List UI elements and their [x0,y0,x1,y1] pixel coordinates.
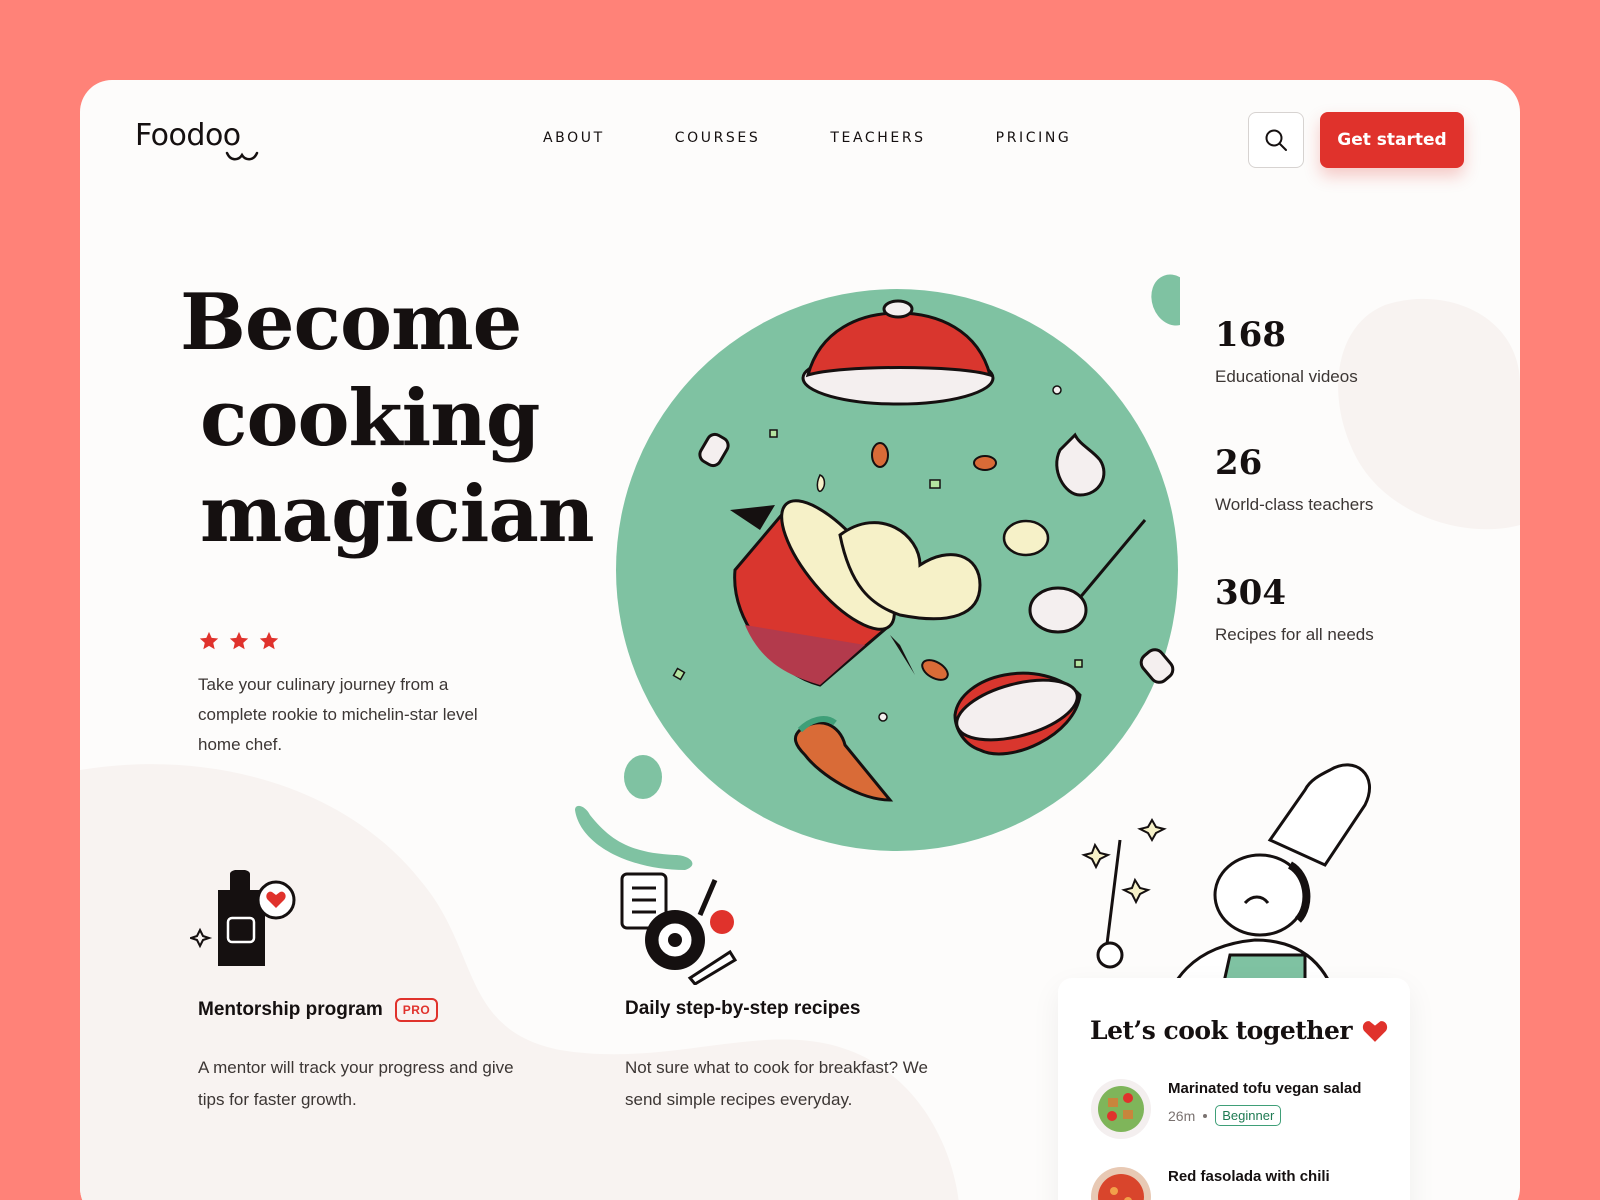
star-icon [259,631,279,650]
recipe-card-title-text: Let’s cook together [1090,1016,1353,1045]
recipe-thumbnail [1091,1167,1151,1200]
recipe-info: Red fasolada with chili [1168,1166,1330,1200]
pro-badge: PRO [394,998,439,1022]
recipe-card: Let’s cook together Marinated tofu vegan… [1058,978,1410,1200]
feature-title: Daily step-by-step recipes [625,998,860,1020]
hero-lead: Take your culinary journey from a comple… [198,675,478,754]
feature-description: A mentor will track your progress and gi… [198,1058,514,1109]
recipe-pan-icon [620,872,738,985]
recipe-card-title: Let’s cook together [1090,1016,1388,1045]
stat-value: 26 [1215,443,1263,483]
recipe-info: Marinated tofu vegan salad 26m Beginner [1168,1078,1361,1140]
stat-recipes: 304 Recipes for all needs [1215,573,1374,645]
page-card: Foodoo ABOUT COURSES TEACHERS PRICING Ge… [80,80,1520,1200]
hero-title-line: Become [180,277,522,368]
search-icon [1265,129,1287,151]
get-started-button[interactable]: Get started [1320,112,1464,168]
apron-icon [190,870,296,966]
mustache-icon [225,151,259,161]
feature-title-text: Daily step-by-step recipes [625,998,861,1019]
feature-title-text: Mentorship program [198,999,383,1020]
separator-dot [1203,1113,1208,1118]
hero-title: Become cooking magician [180,275,595,563]
rating-stars [198,630,280,652]
nav-courses[interactable]: COURSES [675,130,761,146]
level-badge: Beginner [1215,1105,1282,1126]
brand-logo[interactable]: Foodoo [135,118,241,153]
recipe-meta: 26m Beginner [1168,1105,1361,1126]
stat-teachers: 26 World-class teachers [1215,443,1373,515]
recipe-item[interactable]: Marinated tofu vegan salad 26m Beginner [1090,1078,1361,1140]
recipe-thumbnail [1091,1079,1151,1139]
stat-value: 168 [1215,315,1286,355]
feature-title: Mentorship program PRO [198,998,439,1022]
stat-label: Educational videos [1215,367,1358,386]
heart-icon [1362,1020,1388,1042]
nav-pricing[interactable]: PRICING [996,130,1072,146]
nav-about[interactable]: ABOUT [543,130,605,146]
hero-title-line: magician [200,469,595,560]
star-icon [199,631,219,650]
recipe-time: 26m [1168,1107,1196,1124]
recipe-name: Red fasolada with chili [1168,1168,1330,1185]
nav-teachers[interactable]: TEACHERS [830,130,925,146]
stat-label: World-class teachers [1215,495,1374,514]
main-nav: ABOUT COURSES TEACHERS PRICING [543,130,1071,146]
recipe-item[interactable]: Red fasolada with chili [1090,1166,1330,1200]
stat-label: Recipes for all needs [1215,625,1374,644]
stat-value: 304 [1215,573,1286,613]
recipe-name: Marinated tofu vegan salad [1168,1080,1362,1097]
hero-title-line: cooking [200,373,540,464]
feature-description: Not sure what to cook for breakfast? We … [625,1058,928,1109]
stat-videos: 168 Educational videos [1215,315,1358,387]
star-icon [229,631,249,650]
search-button[interactable] [1248,112,1304,168]
